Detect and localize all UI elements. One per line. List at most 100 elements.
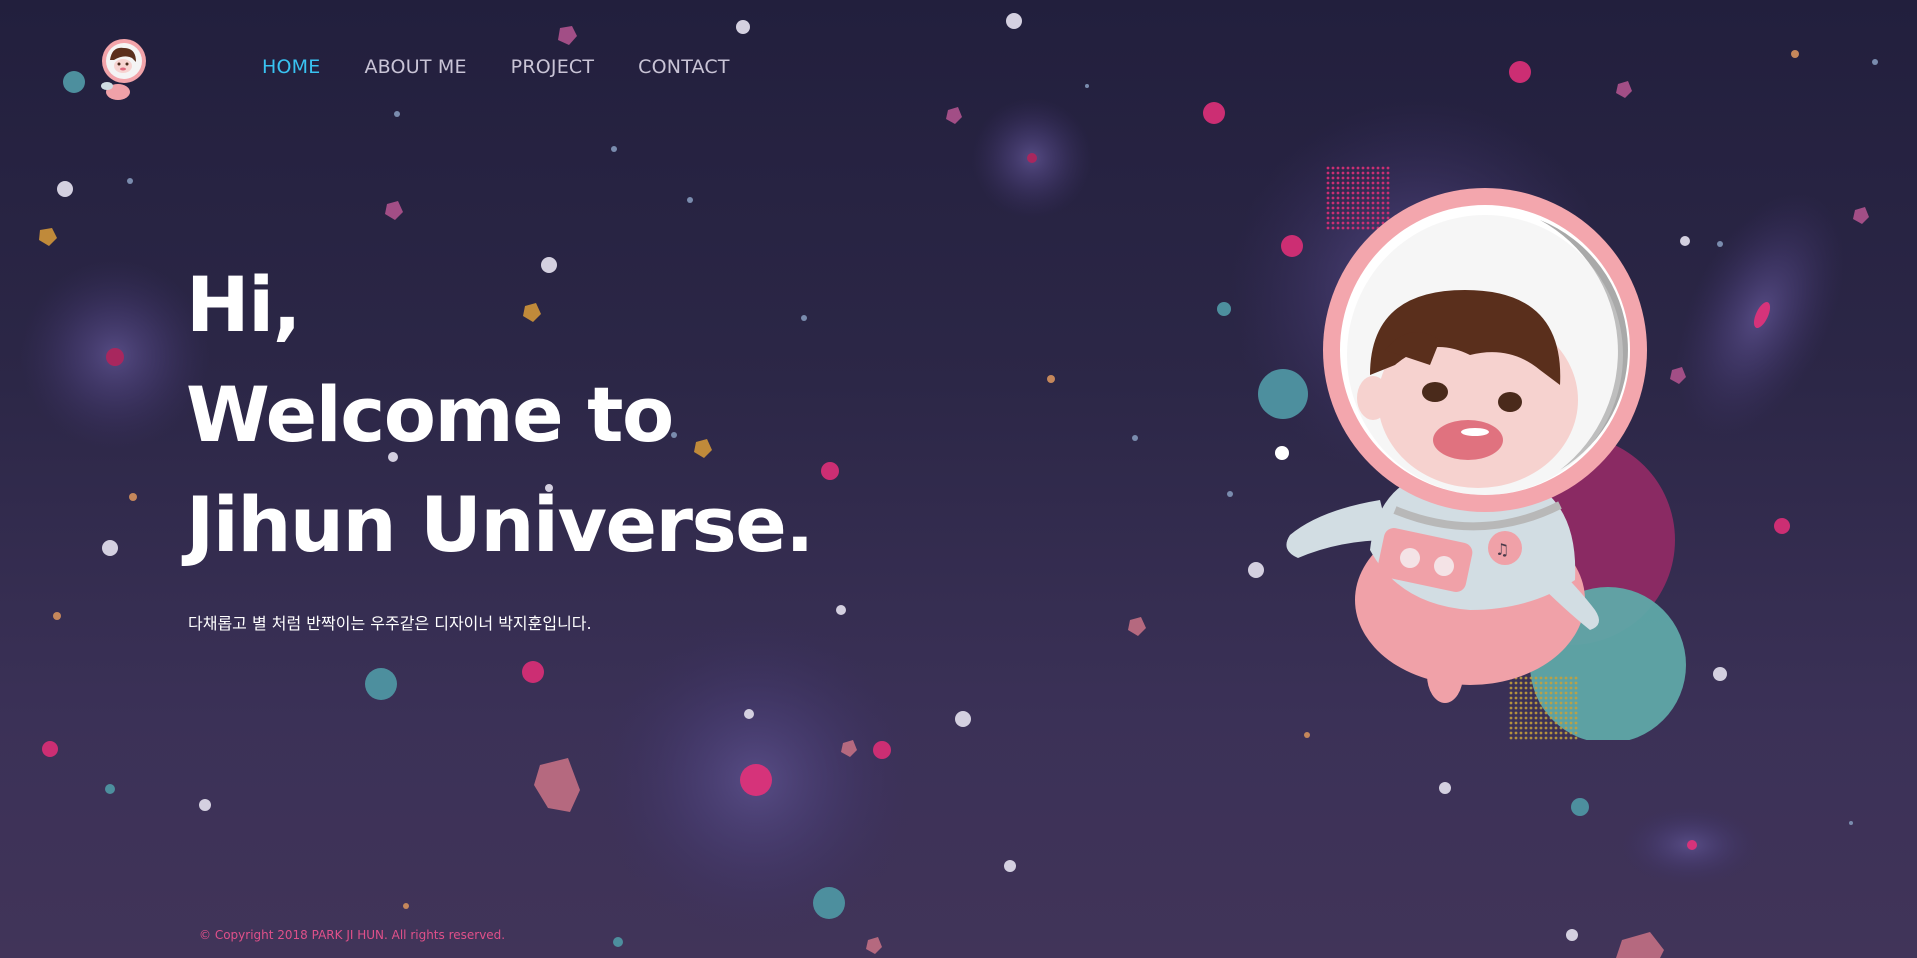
pattern-dot (1326, 166, 1330, 170)
pattern-dot (1529, 706, 1533, 710)
pattern-dot (1514, 726, 1518, 730)
pattern-dot (1509, 701, 1513, 705)
pattern-dot (1331, 171, 1335, 175)
pattern-dot (1381, 196, 1385, 200)
pattern-dot (1376, 181, 1380, 185)
hero-line-2: Welcome to (186, 370, 674, 459)
pattern-dot (1356, 216, 1360, 220)
pattern-dot (1381, 176, 1385, 180)
pattern-dot (1524, 681, 1528, 685)
pattern-dot (1376, 166, 1380, 170)
pattern-dot (1331, 216, 1335, 220)
pattern-dot (1346, 221, 1350, 225)
pattern-dot (1559, 701, 1563, 705)
nav-home-link[interactable]: HOME (262, 56, 320, 78)
astronaut-illustration: ♫ (1286, 166, 1686, 740)
pattern-dot (1341, 191, 1345, 195)
pattern-dot (1336, 221, 1340, 225)
pattern-dot (1524, 726, 1528, 730)
pattern-dot (1534, 686, 1538, 690)
pattern-dot (1386, 196, 1390, 200)
nav-contact-link[interactable]: CONTACT (638, 56, 730, 78)
pattern-dot (1519, 731, 1523, 735)
pattern-dot (1326, 191, 1330, 195)
pattern-dot (1356, 206, 1360, 210)
pattern-dot (1326, 181, 1330, 185)
pattern-dot (1336, 216, 1340, 220)
pattern-dot (1366, 191, 1370, 195)
pattern-dot (1376, 201, 1380, 205)
pattern-dot (1366, 206, 1370, 210)
hero-line-1: Hi, (186, 260, 302, 349)
pattern-dot (1564, 726, 1568, 730)
pattern-dot (1549, 706, 1553, 710)
pattern-dot (1326, 171, 1330, 175)
pattern-dot (1554, 711, 1558, 715)
pattern-dot (1356, 171, 1360, 175)
pattern-dot (1569, 711, 1573, 715)
pattern-dot (1574, 706, 1578, 710)
pattern-dot (1351, 176, 1355, 180)
pattern-dot (1519, 706, 1523, 710)
pattern-dot (1361, 226, 1365, 230)
pattern-dot (1534, 711, 1538, 715)
pattern-dot (1539, 701, 1543, 705)
pattern-dot (1524, 711, 1528, 715)
pattern-dot (1544, 686, 1548, 690)
pattern-dot (1356, 211, 1360, 215)
pattern-dot (1326, 221, 1330, 225)
pattern-dot (1539, 696, 1543, 700)
pattern-dot (1346, 226, 1350, 230)
pattern-dot (1524, 716, 1528, 720)
pattern-dot (1366, 186, 1370, 190)
pattern-dot (1514, 711, 1518, 715)
pattern-dot (1366, 201, 1370, 205)
pattern-dot (1524, 736, 1528, 740)
pattern-dot (1346, 176, 1350, 180)
pattern-dot (1376, 186, 1380, 190)
pattern-dot (1539, 681, 1543, 685)
nav-about-link[interactable]: ABOUT ME (364, 56, 466, 78)
pattern-dot (1386, 201, 1390, 205)
nav-project-link[interactable]: PROJECT (511, 56, 595, 78)
pattern-dot (1371, 206, 1375, 210)
pattern-dot (1524, 731, 1528, 735)
pattern-dot (1381, 211, 1385, 215)
pattern-dot (1326, 201, 1330, 205)
pattern-dot (1539, 736, 1543, 740)
pattern-dot (1346, 196, 1350, 200)
pattern-dot (1569, 736, 1573, 740)
pattern-dot (1569, 716, 1573, 720)
pattern-dot (1386, 206, 1390, 210)
pattern-dot (1569, 721, 1573, 725)
pattern-dot (1559, 731, 1563, 735)
pattern-dot (1544, 696, 1548, 700)
pattern-dot (1509, 681, 1513, 685)
pattern-dot (1569, 731, 1573, 735)
astronaut-logo-icon[interactable] (92, 36, 150, 106)
pattern-dot (1539, 691, 1543, 695)
pattern-dot (1559, 721, 1563, 725)
pattern-dot (1539, 686, 1543, 690)
pattern-dot (1554, 721, 1558, 725)
pattern-dot (1529, 696, 1533, 700)
pattern-dot (1534, 701, 1538, 705)
pattern-dot (1341, 171, 1345, 175)
pattern-dot (1539, 731, 1543, 735)
pattern-dot (1564, 706, 1568, 710)
pattern-dot (1519, 676, 1523, 680)
pattern-dot (1519, 711, 1523, 715)
pattern-dot (1574, 691, 1578, 695)
pattern-dot (1524, 691, 1528, 695)
pattern-dot (1376, 171, 1380, 175)
pattern-dot (1351, 201, 1355, 205)
pattern-dot (1366, 196, 1370, 200)
pattern-dot (1529, 701, 1533, 705)
pattern-dot (1346, 211, 1350, 215)
pattern-dot (1569, 726, 1573, 730)
pattern-dot (1351, 171, 1355, 175)
pattern-dot (1331, 186, 1335, 190)
pattern-dot (1514, 736, 1518, 740)
pattern-dot (1356, 221, 1360, 225)
pattern-dot (1554, 686, 1558, 690)
